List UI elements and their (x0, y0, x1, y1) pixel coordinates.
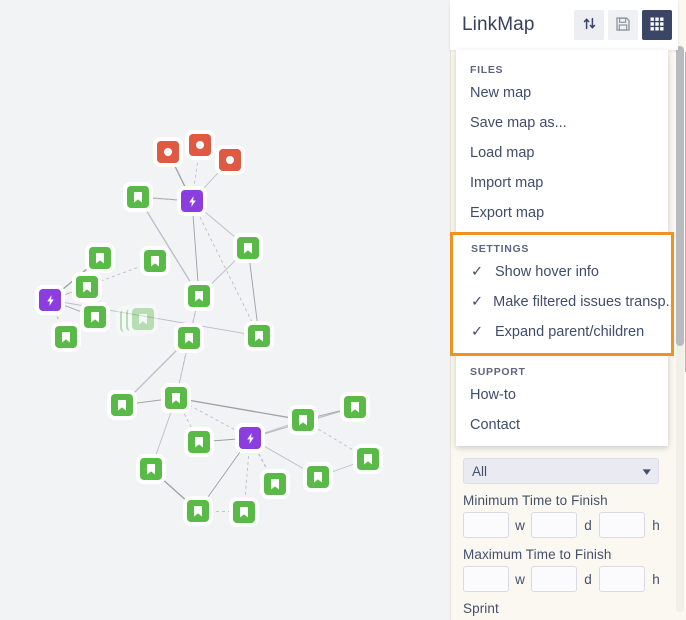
graph-node-story[interactable] (178, 327, 200, 349)
minimum-time-label: Minimum Time to Finish (463, 493, 608, 508)
app-root: All ▾ Minimum Time to Finish w d h Maxim… (0, 0, 686, 620)
graph-node-story[interactable] (233, 501, 255, 523)
check-icon: ✓ (471, 294, 484, 310)
graph-node-story[interactable] (165, 387, 187, 409)
menu-item-label: Show hover info (495, 264, 599, 280)
page-title: LinkMap (462, 14, 535, 35)
menu-item-new-map[interactable]: New map (456, 78, 668, 108)
menu-section-title: SETTINGS (471, 243, 530, 255)
menu-item-export-map[interactable]: Export map (456, 198, 668, 228)
linkmap-panel: LinkMap FILES New map Save map as... Loa… (450, 0, 686, 475)
menu-item-make-filtered-issues-transp[interactable]: ✓ Make filtered issues transp. (459, 287, 670, 317)
menu-item-import-map[interactable]: Import map (456, 168, 668, 198)
menu-item-how-to[interactable]: How-to (456, 380, 668, 410)
graph-node-story[interactable] (76, 276, 98, 298)
floppy-disk-icon (615, 16, 631, 35)
unit-days-label-2: d (584, 571, 592, 587)
min-weeks-input[interactable] (463, 512, 509, 538)
graph-node-story[interactable] (248, 325, 270, 347)
sprint-label: Sprint (463, 601, 499, 616)
check-icon: ✓ (471, 264, 484, 280)
minimum-time-row: w d h (463, 512, 674, 538)
menu-grid-button[interactable] (642, 10, 672, 40)
graph-node-story[interactable] (55, 326, 77, 348)
graph-node-story[interactable] (187, 500, 209, 522)
unit-hours-label: h (652, 517, 660, 533)
graph-edge (175, 397, 304, 421)
unit-weeks-label-2: w (515, 571, 525, 587)
linkmap-dropdown-menu: FILES New map Save map as... Load map Import… (450, 50, 674, 446)
graph-node-story[interactable] (127, 186, 149, 208)
arrows-up-down-icon (582, 16, 597, 34)
menu-section-files: FILES New map Save map as... Load map Import… (456, 58, 668, 228)
max-days-input[interactable] (531, 566, 577, 592)
link-map-graph-canvas[interactable] (0, 0, 450, 620)
menu-section-title: FILES (470, 64, 504, 76)
graph-node-story[interactable] (357, 448, 379, 470)
graph-edge (191, 200, 200, 297)
unit-days-label: d (584, 517, 592, 533)
sort-toggle-button[interactable] (574, 10, 604, 40)
graph-node-epic[interactable] (181, 190, 203, 212)
graph-node-story[interactable] (237, 237, 259, 259)
max-hours-input[interactable] (599, 566, 645, 592)
check-icon: ✓ (471, 324, 484, 340)
menu-item-save-map-as[interactable]: Save map as... (456, 108, 668, 138)
menu-section-support: SUPPORT How-to Contact (456, 360, 668, 440)
menu-item-show-hover-info[interactable]: ✓ Show hover info (459, 257, 665, 287)
maximum-time-row: w d h (463, 566, 674, 592)
menu-item-load-map[interactable]: Load map (456, 138, 668, 168)
graph-node-story[interactable] (188, 285, 210, 307)
graph-node-bug[interactable] (189, 134, 211, 156)
graph-node-epic[interactable] (39, 289, 61, 311)
graph-node-story[interactable] (140, 458, 162, 480)
graph-node-epic[interactable] (239, 427, 261, 449)
graph-node-story[interactable] (188, 431, 210, 453)
menu-item-contact[interactable]: Contact (456, 410, 668, 440)
menu-item-label: Make filtered issues transp. (493, 294, 670, 310)
graph-node-story[interactable] (84, 306, 106, 328)
graph-edge (49, 299, 260, 337)
grid-menu-icon (649, 16, 665, 35)
graph-node-story[interactable] (111, 394, 133, 416)
graph-node-story[interactable] (292, 409, 314, 431)
graph-edges (49, 144, 369, 513)
menu-section-settings: SETTINGS ✓ Show hover info ✓ Make filtered i… (450, 232, 674, 356)
graph-node-story[interactable] (264, 473, 286, 495)
graph-node-bug[interactable] (157, 141, 179, 163)
graph-node-story[interactable] (144, 250, 166, 272)
menu-item-expand-parent-children[interactable]: ✓ Expand parent/children (459, 317, 665, 347)
menu-item-label: Expand parent/children (495, 324, 645, 340)
graph-node-bug[interactable] (219, 149, 241, 171)
max-weeks-input[interactable] (463, 566, 509, 592)
graph-node-story[interactable] (89, 247, 111, 269)
save-button[interactable] (608, 10, 638, 40)
graph-edge (247, 247, 260, 337)
maximum-time-label: Maximum Time to Finish (463, 547, 612, 562)
unit-weeks-label: w (515, 517, 525, 533)
graph-node-story[interactable] (307, 466, 329, 488)
linkmap-header: LinkMap (450, 0, 678, 50)
unit-hours-label-2: h (652, 571, 660, 587)
min-days-input[interactable] (531, 512, 577, 538)
menu-section-title: SUPPORT (470, 366, 526, 378)
min-hours-input[interactable] (599, 512, 645, 538)
graph-node-story[interactable] (344, 396, 366, 418)
graph-edge (191, 200, 260, 337)
